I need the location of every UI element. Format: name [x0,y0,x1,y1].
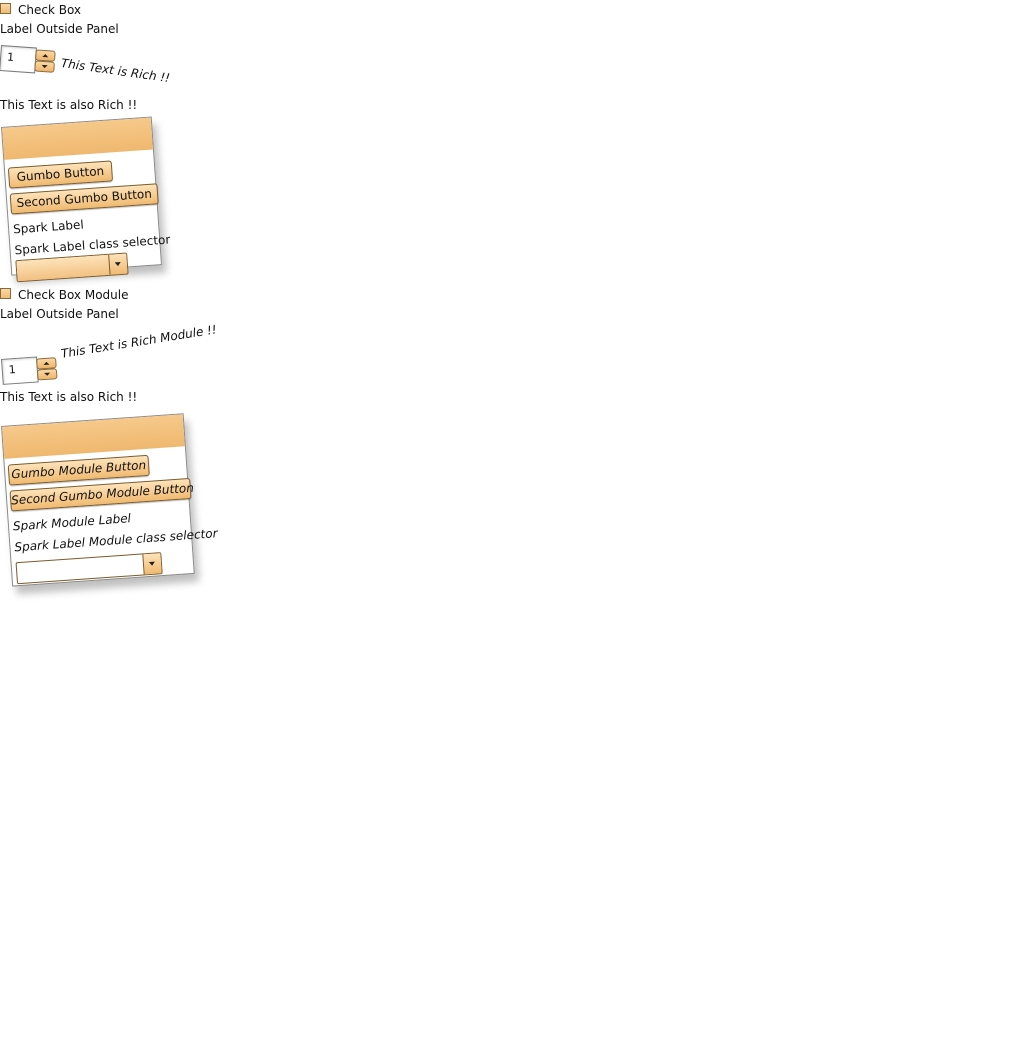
gumbo-module-button[interactable]: Gumbo Module Button [7,454,150,486]
label-outside-panel-module: Label Outside Panel [0,307,119,321]
checkbox-module-label[interactable]: Check Box Module [18,288,128,302]
label-outside-panel: Label Outside Panel [0,22,119,36]
chevron-down-icon[interactable] [142,553,162,575]
rich-text-also-module: This Text is also Rich !! [0,390,138,404]
rich-text-also: This Text is also Rich !! [0,98,138,112]
rich-text-module: This Text is Rich Module !! [60,322,218,361]
rich-text: This Text is Rich !! [60,56,171,86]
numeric-stepper[interactable]: 1 [0,45,56,75]
checkbox[interactable] [0,3,11,14]
numeric-stepper-module[interactable]: 1 [1,355,58,385]
spark-module-label: Spark Module Label [12,511,132,534]
panel-module-header [2,414,185,459]
panel-header [2,117,153,160]
gumbo-button[interactable]: Gumbo Button [7,160,114,189]
chevron-down-icon[interactable] [108,253,128,275]
spark-label: Spark Label [12,217,85,237]
panel: Gumbo Button Second Gumbo Button Spark L… [1,116,171,283]
second-gumbo-button[interactable]: Second Gumbo Button [9,183,159,215]
spark-label-class-selector: Spark Label class selector [14,232,171,258]
chevron-down-icon[interactable] [36,368,58,381]
chevron-down-icon[interactable] [34,60,55,73]
combo-box-module[interactable] [15,552,163,585]
stepper-module-input[interactable]: 1 [1,356,39,385]
checkbox-module[interactable] [0,288,11,299]
stepper-input[interactable]: 1 [0,45,37,74]
checkbox-label[interactable]: Check Box [18,3,81,17]
combo-box[interactable] [15,252,129,283]
panel-module: Gumbo Module Button Second Gumbo Module … [1,413,218,587]
